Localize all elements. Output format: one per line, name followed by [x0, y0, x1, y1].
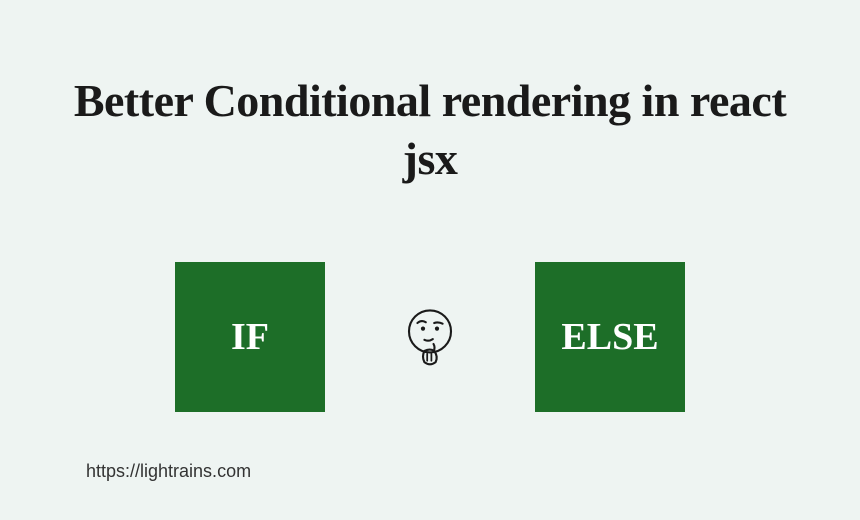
- page-title: Better Conditional rendering in react js…: [50, 72, 810, 187]
- if-box: IF: [175, 262, 325, 412]
- thinking-face-icon: [395, 302, 465, 372]
- source-url: https://lightrains.com: [86, 461, 251, 482]
- else-box: ELSE: [535, 262, 685, 412]
- main-container: Better Conditional rendering in react js…: [0, 0, 860, 520]
- else-box-label: ELSE: [561, 315, 658, 359]
- boxes-row: IF: [175, 262, 685, 412]
- if-box-label: IF: [231, 315, 269, 359]
